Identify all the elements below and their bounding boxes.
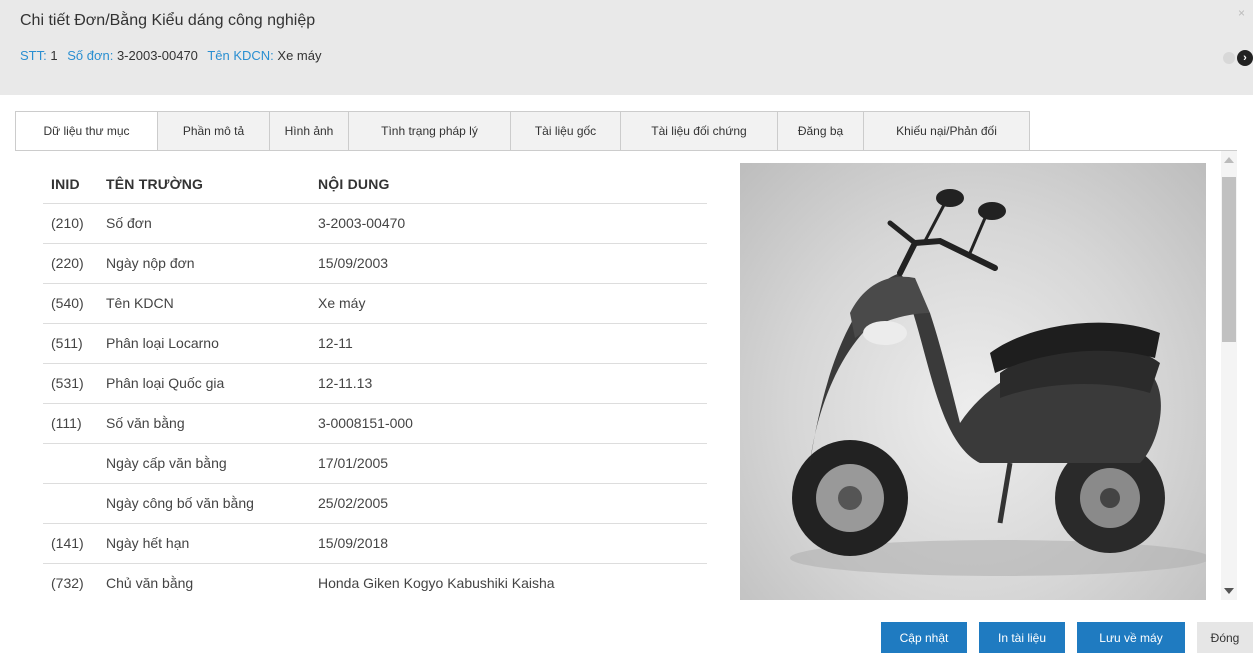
close-button[interactable]: Đóng bbox=[1197, 622, 1253, 653]
scooter-illustration bbox=[790, 189, 1206, 576]
tab-content: INID TÊN TRƯỜNG NỘI DUNG (210) Số đơn 3-… bbox=[15, 151, 1237, 600]
field-cell: Số đơn bbox=[106, 203, 318, 244]
previous-record-icon[interactable] bbox=[1223, 52, 1235, 64]
inid-cell bbox=[43, 483, 106, 524]
field-cell: Tên KDCN bbox=[106, 283, 318, 324]
stt-value: 1 bbox=[50, 48, 58, 63]
value-cell: Xe máy bbox=[318, 283, 707, 324]
bibliographic-table: INID TÊN TRƯỜNG NỘI DUNG (210) Số đơn 3-… bbox=[43, 165, 707, 600]
close-icon[interactable]: × bbox=[1238, 6, 1245, 20]
inid-cell: (141) bbox=[43, 523, 106, 564]
inid-cell: (732) bbox=[43, 563, 106, 600]
design-photo bbox=[740, 163, 1206, 600]
ten-kdcn-label: Tên KDCN: bbox=[207, 48, 274, 63]
save-to-computer-button[interactable]: Lưu về máy bbox=[1077, 622, 1185, 653]
tab-tai-lieu-doi-chung[interactable]: Tài liệu đối chứng bbox=[621, 111, 778, 151]
column-header-value: NỘI DUNG bbox=[318, 165, 707, 204]
column-header-field: TÊN TRƯỜNG bbox=[106, 165, 318, 204]
tab-tinh-trang-phap-ly[interactable]: Tình trạng pháp lý bbox=[349, 111, 511, 151]
tab-hinh-anh[interactable]: Hình ảnh bbox=[270, 111, 349, 151]
inid-cell: (540) bbox=[43, 283, 106, 324]
inid-cell: (220) bbox=[43, 243, 106, 284]
dialog-footer: Cập nhật In tài liệu Lưu về máy Đóng bbox=[0, 600, 1253, 653]
tab-du-lieu-thu-muc[interactable]: Dữ liệu thư mục bbox=[15, 111, 158, 151]
field-cell: Phân loại Locarno bbox=[106, 323, 318, 364]
field-cell: Số văn bằng bbox=[106, 403, 318, 444]
print-document-button[interactable]: In tài liệu bbox=[979, 622, 1065, 653]
table-row: Ngày công bố văn bằng 25/02/2005 bbox=[43, 483, 707, 524]
value-cell: Honda Giken Kogyo Kabushiki Kaisha bbox=[318, 563, 707, 600]
stt-label: STT: bbox=[20, 48, 47, 63]
tab-tai-lieu-goc[interactable]: Tài liệu gốc bbox=[511, 111, 621, 151]
table-header-row: INID TÊN TRƯỜNG NỘI DUNG bbox=[43, 165, 707, 204]
value-cell: 17/01/2005 bbox=[318, 443, 707, 484]
inid-cell bbox=[43, 443, 106, 484]
table-row: (111) Số văn bằng 3-0008151-000 bbox=[43, 403, 707, 444]
field-cell: Ngày nộp đơn bbox=[106, 243, 318, 284]
table-row: (531) Phân loại Quốc gia 12-11.13 bbox=[43, 363, 707, 404]
column-header-inid: INID bbox=[43, 165, 106, 204]
update-button[interactable]: Cập nhật bbox=[881, 622, 967, 653]
table-row: (141) Ngày hết hạn 15/09/2018 bbox=[43, 523, 707, 564]
scroll-thumb[interactable] bbox=[1222, 177, 1236, 342]
inid-cell: (111) bbox=[43, 403, 106, 444]
tab-dang-ba[interactable]: Đăng bạ bbox=[778, 111, 864, 151]
record-meta: STT: 1 Số đơn: 3-2003-00470 Tên KDCN: Xe… bbox=[20, 48, 321, 63]
content-scrollbar[interactable] bbox=[1221, 151, 1237, 600]
inid-cell: (210) bbox=[43, 203, 106, 244]
next-record-icon[interactable]: › bbox=[1237, 50, 1253, 66]
dialog-title: Chi tiết Đơn/Bằng Kiểu dáng công nghiệp bbox=[20, 12, 316, 29]
field-cell: Chủ văn bằng bbox=[106, 563, 318, 600]
tab-bar: Dữ liệu thư mục Phần mô tả Hình ảnh Tình… bbox=[15, 111, 1030, 151]
table-row: Ngày cấp văn bằng 17/01/2005 bbox=[43, 443, 707, 484]
value-cell: 25/02/2005 bbox=[318, 483, 707, 524]
table-row: (732) Chủ văn bằng Honda Giken Kogyo Kab… bbox=[43, 563, 707, 600]
table-row: (540) Tên KDCN Xe máy bbox=[43, 283, 707, 324]
tab-khieu-nai-phan-doi[interactable]: Khiếu nại/Phản đối bbox=[864, 111, 1030, 151]
table-row: (220) Ngày nộp đơn 15/09/2003 bbox=[43, 243, 707, 284]
table-row: (210) Số đơn 3-2003-00470 bbox=[43, 203, 707, 244]
so-don-label: Số đơn: bbox=[67, 48, 114, 63]
so-don-value: 3-2003-00470 bbox=[116, 48, 198, 63]
inid-cell: (531) bbox=[43, 363, 106, 404]
field-cell: Ngày hết hạn bbox=[106, 523, 318, 564]
value-cell: 15/09/2018 bbox=[318, 523, 707, 564]
ten-kdcn-value: Xe máy bbox=[277, 48, 322, 63]
dialog-header: Chi tiết Đơn/Bằng Kiểu dáng công nghiệp … bbox=[0, 0, 1253, 95]
value-cell: 3-0008151-000 bbox=[318, 403, 707, 444]
inid-cell: (511) bbox=[43, 323, 106, 364]
tab-phan-mo-ta[interactable]: Phần mô tả bbox=[158, 111, 270, 151]
field-cell: Ngày công bố văn bằng bbox=[106, 483, 318, 524]
scroll-down-icon[interactable] bbox=[1224, 588, 1234, 594]
field-cell: Ngày cấp văn bằng bbox=[106, 443, 318, 484]
value-cell: 12-11 bbox=[318, 323, 707, 364]
field-cell: Phân loại Quốc gia bbox=[106, 363, 318, 404]
table-row: (511) Phân loại Locarno 12-11 bbox=[43, 323, 707, 364]
value-cell: 15/09/2003 bbox=[318, 243, 707, 284]
value-cell: 12-11.13 bbox=[318, 363, 707, 404]
scroll-up-icon[interactable] bbox=[1224, 157, 1234, 163]
value-cell: 3-2003-00470 bbox=[318, 203, 707, 244]
